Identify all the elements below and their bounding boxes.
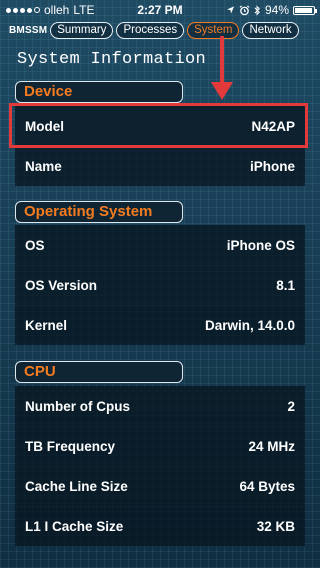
location-arrow-icon — [226, 6, 235, 14]
row-key: TB Frequency — [25, 438, 116, 454]
row-value: 64 Bytes — [239, 478, 295, 494]
row-key: Cache Line Size — [25, 478, 128, 494]
row-value: 8.1 — [276, 277, 295, 293]
section-header-device: Device — [15, 81, 183, 103]
info-row-tb-frequency: TB Frequency 24 MHz — [15, 426, 305, 466]
tab-summary[interactable]: Summary — [50, 21, 114, 39]
page-title: System Information — [17, 50, 207, 69]
info-row-number-of-cpus: Number of Cpus 2 — [15, 386, 305, 426]
tab-system[interactable]: System — [187, 21, 240, 39]
annotation-highlight-box — [9, 103, 308, 148]
section-header-os: Operating System — [15, 201, 183, 223]
alarm-clock-icon — [239, 4, 250, 15]
row-value: 32 KB — [256, 518, 295, 534]
row-key: Name — [25, 158, 62, 174]
info-row-l1-i-cache-size: L1 I Cache Size 32 KB — [15, 506, 305, 546]
app-name: BMSSM — [9, 24, 48, 36]
tab-bar: BMSSM Summary Processes System Network — [0, 20, 320, 40]
annotation-arrow-icon — [211, 82, 233, 100]
status-bar-right: 94% — [226, 3, 317, 17]
tab-network[interactable]: Network — [242, 21, 299, 39]
battery-percent: 94% — [264, 3, 289, 17]
info-row-name: Name iPhone — [15, 146, 305, 186]
tab-processes[interactable]: Processes — [116, 21, 185, 39]
row-key: OS — [25, 237, 45, 253]
annotation-arrow-shaft — [220, 36, 224, 86]
row-value: iPhone OS — [226, 237, 295, 253]
info-row-kernel: Kernel Darwin, 14.0.0 — [15, 305, 305, 345]
info-row-os-version: OS Version 8.1 — [15, 265, 305, 305]
battery-icon — [293, 5, 317, 15]
bluetooth-icon — [254, 4, 260, 16]
row-key: OS Version — [25, 277, 98, 293]
row-key: Number of Cpus — [25, 398, 131, 414]
row-value: iPhone — [249, 158, 295, 174]
row-key: Kernel — [25, 317, 68, 333]
row-value: Darwin, 14.0.0 — [204, 317, 295, 333]
status-bar: olleh LTE 2:27 PM 94% — [0, 0, 320, 20]
row-key: L1 I Cache Size — [25, 518, 124, 534]
section-header-cpu: CPU — [15, 361, 183, 383]
info-row-os: OS iPhone OS — [15, 225, 305, 265]
row-value: 2 — [287, 398, 295, 414]
info-row-cache-line-size: Cache Line Size 64 Bytes — [15, 466, 305, 506]
row-value: 24 MHz — [248, 438, 295, 454]
